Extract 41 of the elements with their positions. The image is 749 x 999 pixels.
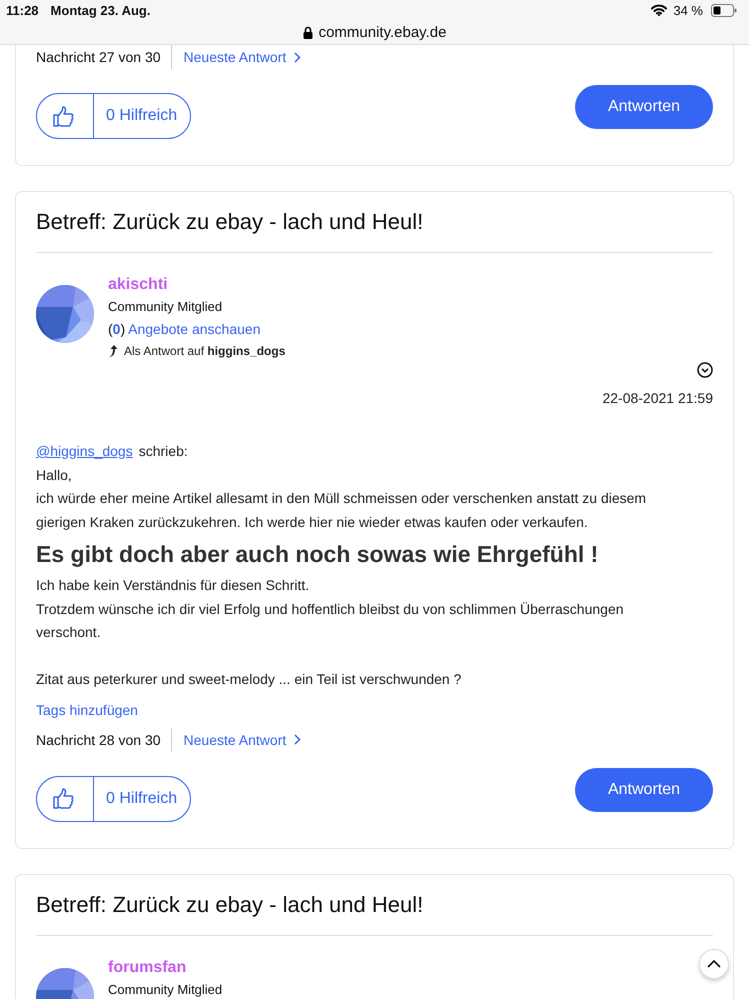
author-name[interactable]: forumsfan bbox=[108, 958, 186, 978]
battery-percent: 34 % bbox=[673, 2, 703, 18]
message-counter: Nachricht 27 von 30 bbox=[36, 45, 172, 69]
helpful-button[interactable]: 0 Hilfreich bbox=[36, 93, 191, 139]
body-text: Hallo, bbox=[36, 466, 73, 484]
message-counter: Nachricht 28 von 30 bbox=[36, 728, 172, 752]
body-text: Trotzdem wünsche ich dir viel Erfolg und hoffentlich bleibst du von schlimmen Überraschungen verschont. bbox=[36, 600, 625, 642]
chevron-down-icon[interactable] bbox=[697, 362, 713, 378]
chevron-right-icon bbox=[294, 734, 302, 745]
offers-count: (0) bbox=[108, 320, 126, 339]
author-rank: Community Mitglied bbox=[108, 298, 222, 316]
author-name[interactable]: akischti bbox=[108, 275, 168, 295]
thumbs-up-icon bbox=[53, 788, 75, 809]
status-time: 11:28 bbox=[6, 2, 39, 18]
body-text: ich würde eher meine Artikel allesamt in den Müll schmeissen oder verschenken anstatt zu diesem gierigen Kraken zurückzukehren. Ich werde hier nie wieder etwas kaufen oder verkaufen. bbox=[36, 489, 648, 532]
add-tags-link[interactable]: Tags hinzufügen bbox=[36, 702, 138, 718]
in-reply-text: Als Antwort auf higgins_dogs bbox=[124, 344, 286, 358]
reply-arrow-icon bbox=[108, 344, 118, 358]
reply-button[interactable]: Antworten bbox=[575, 768, 713, 812]
reply-button[interactable]: Antworten bbox=[575, 85, 713, 129]
battery-icon bbox=[711, 4, 737, 16]
post-date: 22-08-2021 21:59 bbox=[602, 390, 713, 406]
newest-reply-link[interactable]: Neueste Antwort bbox=[172, 732, 302, 748]
address-url[interactable]: community.ebay.de bbox=[318, 24, 446, 40]
thumbs-up-icon bbox=[53, 106, 75, 126]
chevron-right-icon bbox=[294, 52, 302, 62]
offers-link[interactable]: Angebote anschauen bbox=[128, 319, 260, 339]
mention-link[interactable]: @higgins_dogs bbox=[36, 440, 133, 464]
quote-label: schrieb: bbox=[138, 442, 188, 461]
lock-icon bbox=[302, 26, 313, 38]
status-date: Montag 23. Aug. bbox=[50, 2, 150, 18]
body-text: Zitat aus peterkurer und sweet-melody ... ein Teil ist verschwunden ? bbox=[36, 670, 462, 689]
body-text: Ich habe kein Verständnis für diesen Schritt. bbox=[36, 576, 310, 595]
post-subject: Betreff: Zurück zu ebay - lach und Heul! bbox=[36, 890, 424, 919]
wifi-icon bbox=[651, 4, 668, 16]
helpful-button[interactable]: 0 Hilfreich bbox=[36, 776, 191, 822]
body-heading: Es gibt doch aber auch noch sowas wie Ehrgefühl ! bbox=[36, 540, 600, 569]
post-subject: Betreff: Zurück zu ebay - lach und Heul! bbox=[36, 208, 424, 236]
newest-reply-link[interactable]: Neueste Antwort bbox=[172, 49, 302, 65]
author-rank: Community Mitglied bbox=[108, 980, 222, 998]
chevron-up-icon bbox=[707, 960, 721, 968]
